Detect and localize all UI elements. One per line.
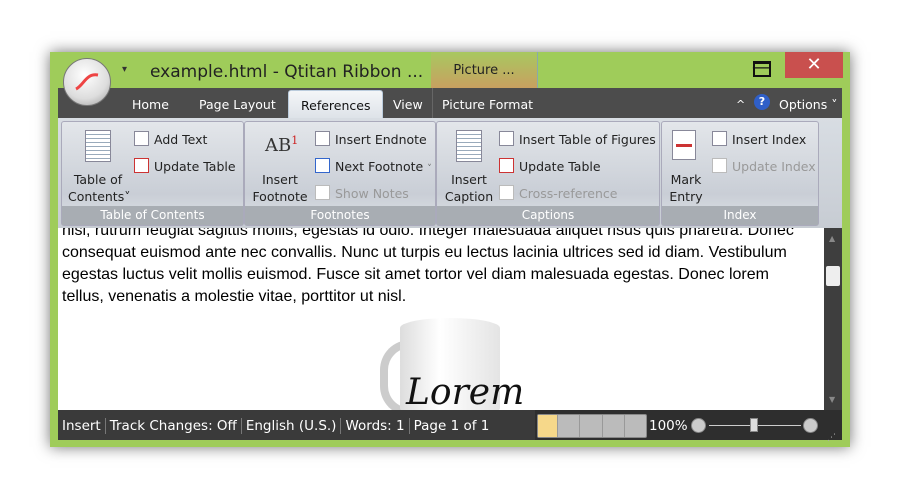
full-screen-reading-view-button[interactable] bbox=[557, 415, 579, 437]
update-table-icon bbox=[499, 158, 514, 173]
vertical-scrollbar[interactable]: ▲ ▼ bbox=[824, 228, 842, 410]
context-tab-header: Picture ... bbox=[431, 52, 538, 88]
options-menu[interactable]: Options ˅ bbox=[779, 88, 837, 118]
document-area[interactable]: nisl, rutrum feugiat sagittis mollis, eg… bbox=[58, 228, 824, 410]
update-index-icon bbox=[712, 158, 727, 173]
update-table-button[interactable]: Update Table bbox=[134, 158, 236, 174]
app-menu-button[interactable] bbox=[63, 58, 111, 106]
group-captions: Insert Caption Insert Table of Figures Up… bbox=[436, 121, 660, 226]
status-page: Page 1 of 1 bbox=[413, 418, 490, 434]
draft-view-button[interactable] bbox=[623, 415, 646, 437]
zoom-out-icon[interactable] bbox=[691, 418, 706, 433]
window-title: example.html - Qtitan Ribbon ... bbox=[150, 62, 424, 82]
insert-caption-icon bbox=[456, 130, 482, 162]
update-index-button[interactable]: Update Index bbox=[712, 158, 816, 174]
group-label: Index bbox=[662, 206, 818, 225]
outline-view-button[interactable] bbox=[601, 415, 624, 437]
status-words: Words: 1 bbox=[341, 418, 410, 434]
insert-caption-button[interactable]: Insert Caption bbox=[439, 171, 499, 205]
mug-image[interactable]: Lorem bbox=[380, 318, 524, 410]
table-of-contents-button[interactable]: Table of Contents˅ bbox=[68, 171, 130, 205]
view-zoom-area: 100% ⋰ bbox=[535, 410, 842, 443]
mark-entry-button[interactable]: Mark Entry bbox=[664, 171, 708, 205]
add-text-button[interactable]: Add Text bbox=[134, 131, 207, 147]
help-icon[interactable]: ? bbox=[754, 94, 770, 110]
ribbon-tab-bar: Home Page Layout References View Picture… bbox=[58, 88, 842, 119]
group-footnotes: AB1 Insert Footnote Insert Endnote Next F… bbox=[244, 121, 436, 226]
tab-references[interactable]: References bbox=[288, 90, 384, 119]
status-bar: Insert Track Changes: Off English (U.S.) Wo… bbox=[58, 410, 842, 443]
insert-table-of-figures-icon bbox=[499, 131, 514, 146]
document-text[interactable]: nisl, rutrum feugiat sagittis mollis, eg… bbox=[62, 228, 812, 308]
insert-endnote-icon bbox=[315, 131, 330, 146]
insert-endnote-button[interactable]: Insert Endnote bbox=[315, 131, 427, 147]
show-notes-icon bbox=[315, 185, 330, 200]
table-of-contents-icon bbox=[85, 130, 111, 162]
group-label: Table of Contents bbox=[62, 206, 243, 225]
ribbon-collapse-button[interactable]: ^ bbox=[736, 88, 745, 118]
mark-entry-icon bbox=[672, 130, 696, 160]
tab-home[interactable]: Home bbox=[132, 88, 169, 118]
insert-footnote-button[interactable]: Insert Footnote bbox=[249, 171, 311, 205]
show-notes-button[interactable]: Show Notes bbox=[315, 185, 409, 201]
quick-access-dropdown-icon[interactable]: ▾ bbox=[122, 64, 127, 75]
print-layout-view-button[interactable] bbox=[538, 415, 558, 437]
zoom-slider-thumb[interactable] bbox=[750, 418, 758, 432]
next-footnote-button[interactable]: Next Footnote ˅ bbox=[315, 158, 432, 174]
cross-reference-icon bbox=[499, 185, 514, 200]
update-table-button[interactable]: Update Table bbox=[499, 158, 601, 174]
add-text-icon bbox=[134, 131, 149, 146]
next-footnote-icon bbox=[315, 158, 330, 173]
zoom-in-icon[interactable] bbox=[803, 418, 818, 433]
tab-picture-format[interactable]: Picture Format bbox=[432, 88, 538, 118]
group-label: Footnotes bbox=[245, 206, 435, 225]
ribbon: Table of Contents˅ Add Text Update Table … bbox=[58, 118, 842, 228]
close-button[interactable]: ✕ bbox=[785, 52, 843, 78]
status-track-changes: Track Changes: Off bbox=[105, 418, 242, 434]
maximize-button[interactable] bbox=[750, 54, 774, 82]
app-window: ▾ example.html - Qtitan Ribbon ... Pictu… bbox=[50, 52, 850, 447]
tab-view[interactable]: View bbox=[393, 88, 423, 118]
cross-reference-button[interactable]: Cross-reference bbox=[499, 185, 617, 201]
tab-page-layout[interactable]: Page Layout bbox=[199, 88, 276, 118]
update-table-icon bbox=[134, 158, 149, 173]
resize-grip-icon[interactable]: ⋰ bbox=[827, 422, 836, 454]
insert-table-of-figures-button[interactable]: Insert Table of Figures bbox=[499, 131, 656, 147]
zoom-level: 100% bbox=[649, 418, 688, 434]
status-mode: Insert bbox=[58, 418, 106, 434]
insert-index-button[interactable]: Insert Index bbox=[712, 131, 806, 147]
insert-footnote-icon: AB1 bbox=[265, 134, 299, 156]
group-label: Captions bbox=[437, 206, 659, 225]
group-index: Mark Entry Insert Index Update Index Inde… bbox=[661, 121, 819, 226]
status-language: English (U.S.) bbox=[241, 418, 342, 434]
insert-index-icon bbox=[712, 131, 727, 146]
scrollbar-thumb[interactable] bbox=[826, 266, 840, 286]
group-table-of-contents: Table of Contents˅ Add Text Update Table … bbox=[61, 121, 244, 226]
web-layout-view-button[interactable] bbox=[579, 415, 601, 437]
